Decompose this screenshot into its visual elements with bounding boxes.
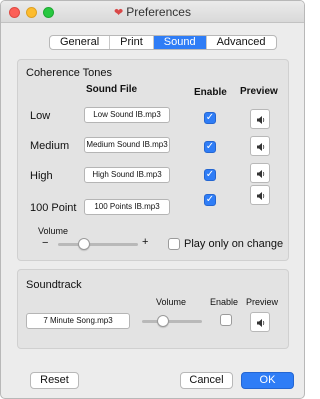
- reset-button[interactable]: Reset: [30, 372, 79, 389]
- speaker-icon: [257, 319, 265, 327]
- 100-point-preview-button[interactable]: [250, 185, 270, 205]
- play-only-on-change-label: Play only on change: [184, 238, 284, 250]
- title-bar: ❤ Preferences: [1, 1, 304, 23]
- preview-header: Preview: [240, 86, 278, 97]
- heart-icon: ❤: [114, 7, 124, 19]
- row-label-100-point: 100 Point: [30, 202, 77, 214]
- preferences-window: ❤ Preferences General Print Sound Advance…: [0, 0, 305, 399]
- window-title: Preferences: [126, 5, 191, 19]
- low-sound-file-field[interactable]: Low Sound IB.mp3: [84, 107, 170, 123]
- 100-point-enable-checkbox[interactable]: ✓: [204, 194, 216, 206]
- soundtrack-volume-knob[interactable]: [157, 315, 169, 327]
- low-preview-button[interactable]: [250, 109, 270, 129]
- row-label-high: High: [30, 170, 53, 182]
- medium-preview-button[interactable]: [250, 136, 270, 156]
- high-sound-file-field[interactable]: High Sound IB.mp3: [84, 167, 170, 183]
- play-only-on-change-checkbox[interactable]: [168, 238, 180, 250]
- soundtrack-preview-label: Preview: [246, 297, 279, 307]
- low-enable-checkbox[interactable]: ✓: [204, 112, 216, 124]
- soundtrack-enable-label: Enable: [210, 297, 239, 307]
- cancel-button[interactable]: Cancel: [180, 372, 233, 389]
- tab-general[interactable]: General: [50, 36, 111, 49]
- tab-sound[interactable]: Sound: [153, 36, 207, 49]
- speaker-icon: [257, 143, 265, 151]
- tab-bar: General Print Sound Advanced: [49, 35, 277, 50]
- 100-point-sound-file-field[interactable]: 100 Points IB.mp3: [84, 199, 170, 215]
- sound-file-header: Sound File: [86, 84, 138, 95]
- ok-button[interactable]: OK: [241, 372, 294, 389]
- soundtrack-enable-checkbox[interactable]: [220, 314, 232, 326]
- volume-minus-icon: −: [42, 237, 49, 249]
- soundtrack-title: Soundtrack: [26, 279, 82, 291]
- tab-print[interactable]: Print: [110, 36, 154, 49]
- coherence-volume-label: Volume: [38, 226, 69, 236]
- speaker-icon: [257, 192, 265, 200]
- soundtrack-volume-label: Volume: [156, 297, 187, 307]
- medium-enable-checkbox[interactable]: ✓: [204, 141, 216, 153]
- row-label-medium: Medium: [30, 140, 70, 152]
- speaker-icon: [257, 116, 265, 124]
- soundtrack-panel: Soundtrack Volume Enable Preview 7 Minut…: [17, 269, 289, 349]
- medium-sound-file-field[interactable]: Medium Sound IB.mp3: [84, 137, 170, 153]
- soundtrack-volume-slider[interactable]: [142, 320, 202, 323]
- soundtrack-file-field[interactable]: 7 Minute Song.mp3: [26, 313, 130, 329]
- coherence-tones-title: Coherence Tones: [26, 67, 113, 79]
- enable-header: Enable: [194, 87, 227, 98]
- coherence-tones-panel: Coherence Tones Sound File Enable Previe…: [17, 59, 289, 261]
- speaker-icon: [257, 170, 265, 178]
- coherence-volume-knob[interactable]: [78, 238, 91, 250]
- volume-plus-icon: +: [142, 236, 149, 248]
- coherence-volume-slider[interactable]: [58, 243, 138, 246]
- tab-advanced[interactable]: Advanced: [207, 36, 276, 49]
- soundtrack-preview-button[interactable]: [250, 312, 270, 332]
- row-label-low: Low: [30, 110, 51, 122]
- high-preview-button[interactable]: [250, 163, 270, 183]
- high-enable-checkbox[interactable]: ✓: [204, 169, 216, 181]
- window-title-area: ❤ Preferences: [1, 5, 304, 19]
